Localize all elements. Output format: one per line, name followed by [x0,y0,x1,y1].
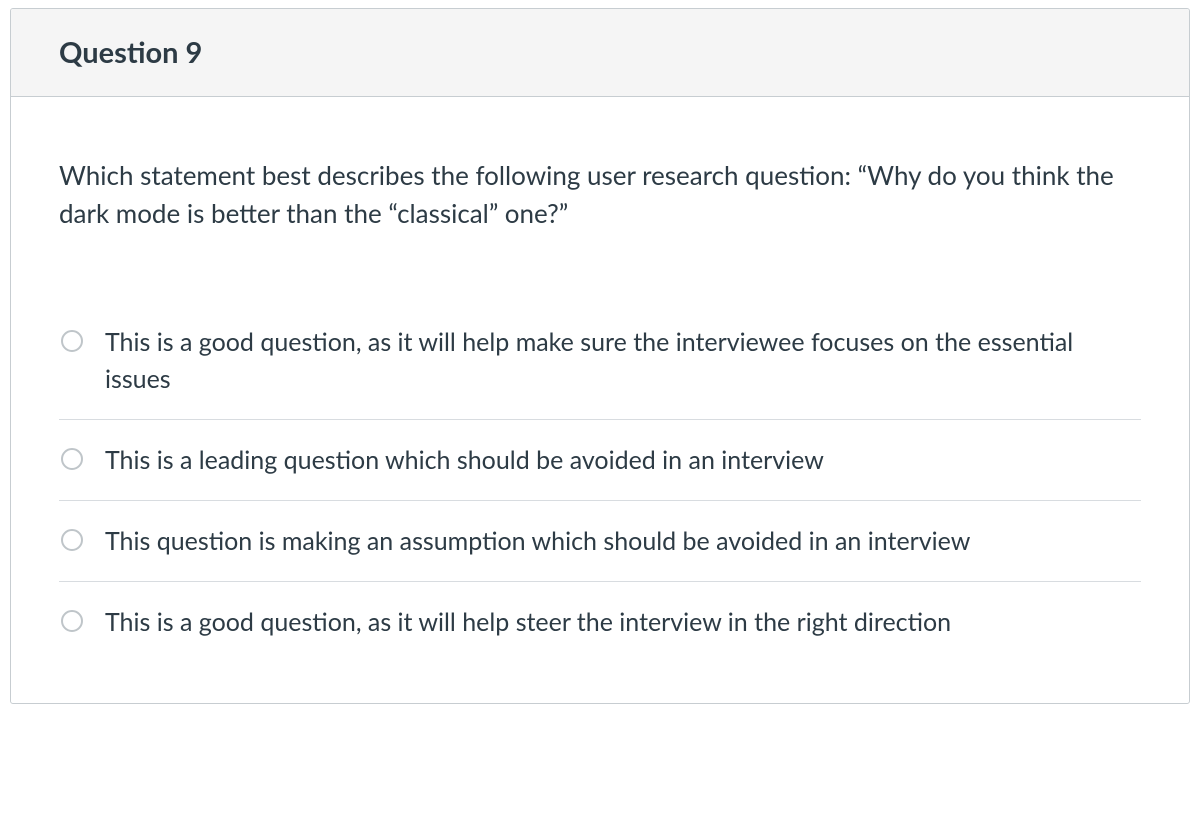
option-row: This question is making an assumption wh… [59,501,1141,582]
option-row: This is a good question, as it will help… [59,582,1141,662]
option-label[interactable]: This is a good question, as it will help… [105,324,1141,397]
option-radio[interactable] [61,448,83,470]
option-radio[interactable] [61,529,83,551]
option-radio[interactable] [61,610,83,632]
option-row: This is a good question, as it will help… [59,302,1141,420]
option-label[interactable]: This is a leading question which should … [105,442,1141,478]
question-title: Question 9 [59,35,1141,70]
question-header: Question 9 [11,9,1189,97]
option-radio[interactable] [61,330,83,352]
question-prompt: Which statement best describes the follo… [59,157,1141,232]
question-card: Question 9 Which statement best describe… [10,8,1190,704]
question-body: Which statement best describes the follo… [11,97,1189,703]
option-label[interactable]: This is a good question, as it will help… [105,604,1141,640]
option-row: This is a leading question which should … [59,420,1141,501]
options-list: This is a good question, as it will help… [59,302,1141,662]
option-label[interactable]: This question is making an assumption wh… [105,523,1141,559]
